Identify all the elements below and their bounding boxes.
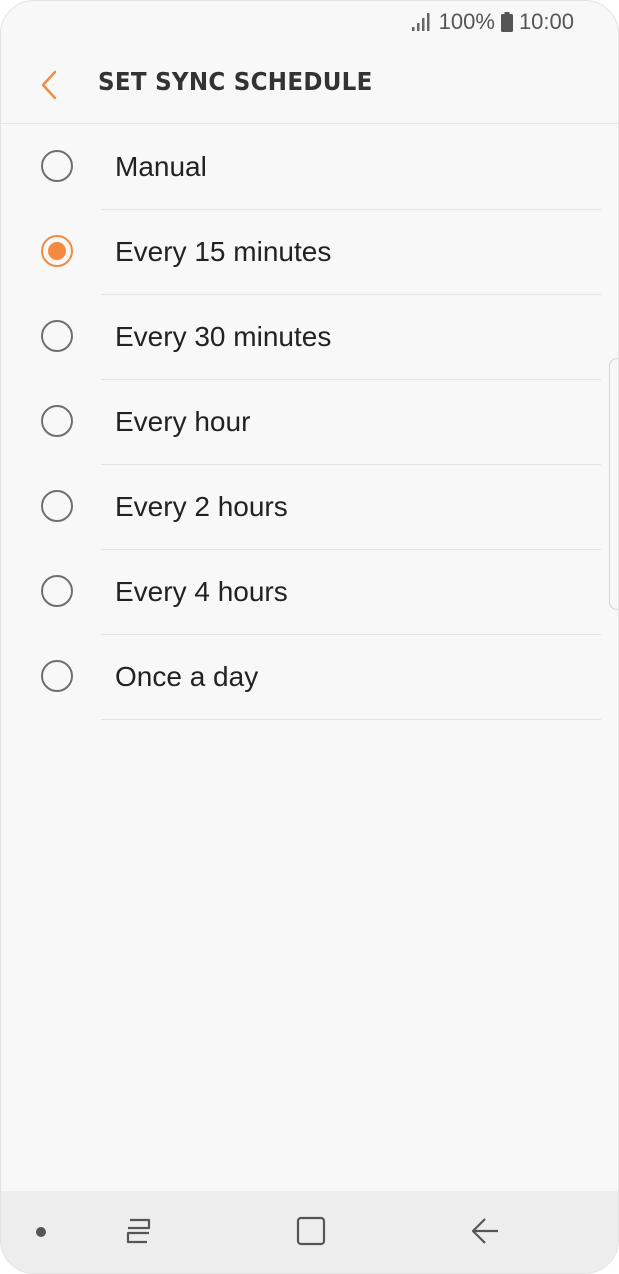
chevron-left-icon <box>41 70 57 100</box>
phone-screen: 100% 10:00 SET SYNC SCHEDULE Manual Ever… <box>0 0 619 1274</box>
radio-button[interactable] <box>41 150 73 182</box>
option-label: Every 15 minutes <box>115 236 332 267</box>
app-bar: SET SYNC SCHEDULE <box>1 45 618 124</box>
recent-apps-button[interactable] <box>118 1211 158 1251</box>
radio-button[interactable] <box>41 490 73 522</box>
radio-button[interactable] <box>41 575 73 607</box>
option-label: Manual <box>115 151 207 182</box>
option-label: Once a day <box>115 661 259 692</box>
signal-icon <box>411 13 430 31</box>
sync-schedule-list: Manual Every 15 minutes Every 30 minutes… <box>1 125 618 720</box>
edge-panel-handle[interactable] <box>609 358 618 610</box>
nav-indicator-dot <box>36 1227 46 1237</box>
radio-button[interactable] <box>41 320 73 352</box>
option-every-4-hours[interactable]: Every 4 hours <box>1 550 618 635</box>
option-every-hour[interactable]: Every hour <box>1 380 618 465</box>
page-title: SET SYNC SCHEDULE <box>98 67 373 96</box>
clock: 10:00 <box>518 9 574 34</box>
option-label: Every 4 hours <box>115 576 288 607</box>
option-label: Every 30 minutes <box>115 321 332 352</box>
status-bar: 100% 10:00 <box>1 1 618 43</box>
status-icons: 100% 10:00 <box>411 9 574 35</box>
option-every-30-minutes[interactable]: Every 30 minutes <box>1 295 618 380</box>
battery-percent: 100% <box>438 9 495 34</box>
option-label: Every 2 hours <box>115 491 288 522</box>
option-once-a-day[interactable]: Once a day <box>1 635 618 720</box>
option-every-2-hours[interactable]: Every 2 hours <box>1 465 618 550</box>
back-icon <box>471 1218 498 1244</box>
radio-button[interactable] <box>41 405 73 437</box>
back-button[interactable] <box>31 67 67 103</box>
recent-apps-icon <box>126 1218 151 1244</box>
radio-button-selected[interactable] <box>41 235 73 267</box>
home-icon <box>296 1216 326 1246</box>
option-manual[interactable]: Manual <box>1 125 618 210</box>
battery-icon <box>500 12 513 32</box>
divider <box>101 719 601 720</box>
navigation-bar <box>1 1191 618 1273</box>
option-label: Every hour <box>115 406 251 437</box>
home-button[interactable] <box>291 1211 331 1251</box>
option-every-15-minutes[interactable]: Every 15 minutes <box>1 210 618 295</box>
nav-back-button[interactable] <box>465 1211 505 1251</box>
radio-button[interactable] <box>41 660 73 692</box>
